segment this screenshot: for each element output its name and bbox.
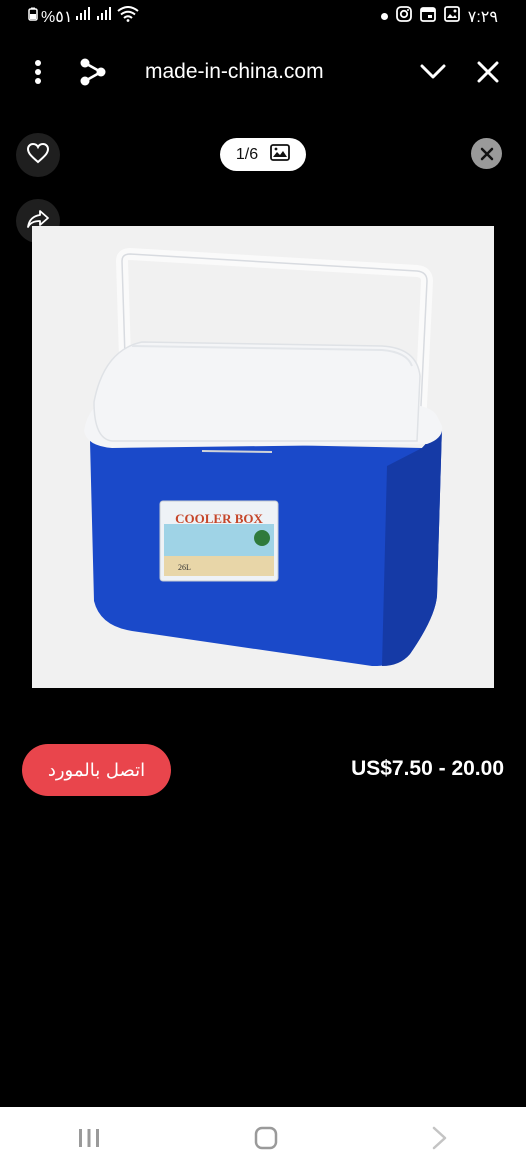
close-gallery-button[interactable] <box>471 138 502 169</box>
battery-percent: %٥١ <box>41 8 73 26</box>
system-nav-bar <box>0 1107 526 1173</box>
menu-dots-icon[interactable] <box>26 58 50 86</box>
clock-time: ٧:٢٩ <box>467 8 498 26</box>
close-icon <box>480 147 493 160</box>
status-bar-right: ٧:٢٩ <box>380 6 498 27</box>
gallery-icon <box>270 143 291 166</box>
image-icon <box>443 6 460 27</box>
favorite-button[interactable] <box>16 133 60 177</box>
calendar-icon <box>419 6 436 27</box>
wifi-icon <box>117 6 140 27</box>
counter-text: 1/6 <box>235 145 259 163</box>
label-text: COOLER BOX <box>175 511 263 526</box>
contact-supplier-button[interactable]: اتصل بالمورد <box>22 744 171 796</box>
price-range: US$7.50 - 20.00 <box>351 757 504 780</box>
signal-icon <box>75 7 93 26</box>
heart-icon <box>26 142 50 169</box>
signal-icon-2 <box>96 7 114 26</box>
url-text[interactable]: made-in-china.com <box>145 60 324 84</box>
capacity-text: 26L <box>178 563 191 572</box>
product-image[interactable]: COOLER BOX 26L <box>32 226 494 688</box>
share-icon[interactable] <box>78 56 108 88</box>
nav-home-icon[interactable] <box>253 1125 279 1156</box>
image-counter: 1/6 <box>220 138 306 171</box>
nav-recents-icon[interactable] <box>76 1126 102 1155</box>
instagram-icon <box>395 6 412 27</box>
nav-back-icon[interactable] <box>430 1125 450 1156</box>
notification-dot-icon <box>380 13 388 20</box>
status-bar-left: %٥١ <box>28 6 140 27</box>
battery-icon <box>28 7 38 26</box>
chevron-down-icon[interactable] <box>419 60 447 84</box>
cooler-box-illustration: COOLER BOX 26L <box>84 248 443 666</box>
close-icon[interactable] <box>476 60 500 84</box>
